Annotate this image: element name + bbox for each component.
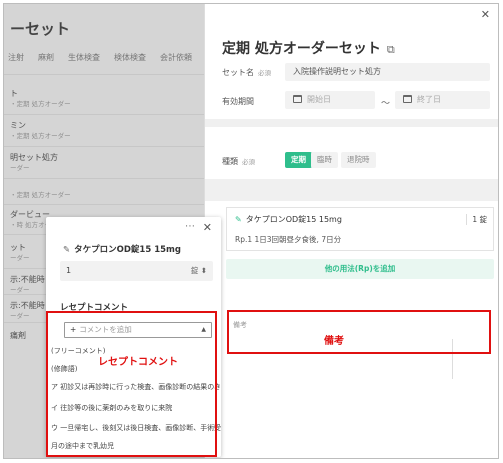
section-divider (205, 119, 498, 127)
drug-name: ✎ タケプロンOD錠15 15mg (235, 215, 342, 224)
edit-pen-icon[interactable]: ✎ (235, 215, 242, 224)
prescription-set-modal: ✕ 定期 処方オーダーセット ⧉ セット名 必須 入院操作説明セット処方 有効期間 … (204, 4, 498, 458)
popover-drug-name: ✎ タケプロンOD錠15 15mg (63, 245, 181, 255)
date-range-separator: ～ (381, 99, 391, 109)
popover-close-icon[interactable]: ✕ (203, 221, 212, 234)
type-label: 種類 必須 (222, 157, 255, 166)
rp-dosage-text: Rp.1 1日3回朝昼夕食後, 7日分 (235, 235, 342, 244)
section-divider (205, 179, 498, 201)
type-option-rinji[interactable]: 臨時 (311, 152, 338, 168)
drug-quantity: 1 錠 (466, 214, 487, 225)
set-name-input[interactable]: 入院操作説明セット処方 (285, 63, 490, 81)
edit-pen-icon: ✎ (63, 245, 71, 255)
app-frame: ーセット 注射 麻剤 生体検査 検体検査 会計依頼 ト・定期 処方オーダー ミン… (3, 3, 499, 459)
add-rp-button[interactable]: 他の用法(Rp)を追加 (226, 259, 494, 279)
type-option-taiin[interactable]: 退院時 (341, 152, 376, 168)
set-name-label: セット名 必須 (222, 68, 271, 77)
quantity-unit: 錠 ⬍ (190, 266, 207, 275)
quantity-input[interactable]: 1錠 ⬍ (60, 261, 213, 281)
copy-icon[interactable]: ⧉ (387, 43, 395, 56)
close-icon[interactable]: ✕ (481, 8, 490, 21)
biko-annotation-label: 備考 (324, 336, 344, 347)
calendar-icon (403, 95, 412, 103)
modal-title: 定期 処方オーダーセット ⧉ (222, 41, 395, 57)
biko-annotation-box (227, 310, 491, 354)
more-options-icon[interactable]: ⋯ (185, 221, 195, 232)
end-date-input[interactable]: 終了日 (395, 91, 490, 109)
receipt-comment-annotation-label: レセプトコメント (98, 357, 178, 368)
receipt-comment-annotation-box (46, 311, 217, 457)
validity-label: 有効期間 (222, 97, 254, 106)
start-date-input[interactable]: 開始日 (285, 91, 375, 109)
type-option-teiki[interactable]: 定期 (285, 152, 312, 168)
drug-card[interactable]: ✎ タケプロンOD錠15 15mg 1 錠 Rp.1 1日3回朝昼夕食後, 7日分 (226, 207, 494, 251)
calendar-icon (293, 95, 302, 103)
